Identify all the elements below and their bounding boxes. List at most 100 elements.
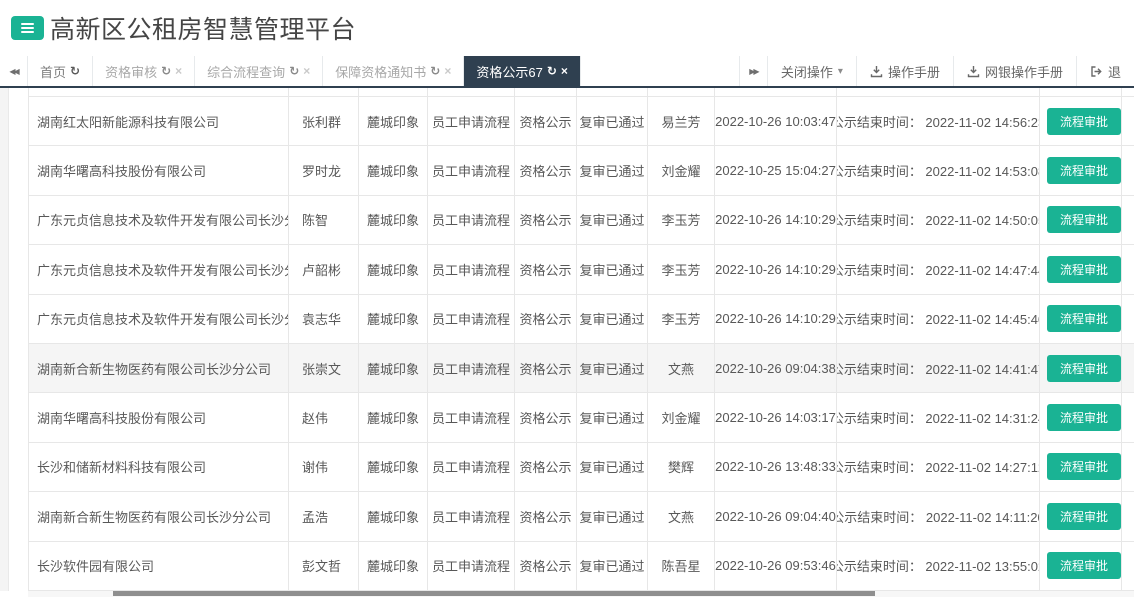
project-cell: 麓城印象 [359,97,428,145]
status-cell: 复审已通过 [577,196,648,244]
process-approval-button[interactable]: 流程审批 [1047,206,1121,233]
applicant-cell: 谢伟 [289,443,359,491]
tab-label: 资格公示67 [476,62,542,81]
ghost-cell [1122,443,1134,491]
action-cell: 流程审批 [1040,344,1122,392]
menu-toggle-button[interactable] [11,16,44,40]
tab-3[interactable]: 综合流程查询↻× [195,56,323,86]
process-approval-button[interactable]: 流程审批 [1047,404,1121,431]
process-cell: 员工申请流程 [428,97,515,145]
tab-5[interactable]: 资格公示67 ↻ × [464,56,581,86]
ghost-cell [1122,393,1134,441]
process-approval-button[interactable]: 流程审批 [1047,453,1121,480]
applicant-cell: 张利群 [289,97,359,145]
reviewer-cell: 刘金耀 [648,146,715,194]
action-cell: 流程审批 [1040,146,1122,194]
status-cell: 复审已通过 [577,492,648,540]
tab-2[interactable]: 资格审核 ↻ × [93,56,195,86]
action-cell: 流程审批 [1040,196,1122,244]
reviewer-cell: 文燕 [648,492,715,540]
project-cell: 麓城印象 [359,245,428,293]
reviewer-cell: 文燕 [648,344,715,392]
apply-time-cell: 2022-10-25 15:04:27 [715,146,837,194]
table-row: 湖南华曙高科技股份有限公司赵伟麓城印象员工申请流程资格公示复审已通过刘金耀202… [28,393,1134,442]
process-approval-button[interactable]: 流程审批 [1047,552,1121,579]
action-cell: 流程审批 [1040,393,1122,441]
project-cell: 麓城印象 [359,344,428,392]
close-tab-icon[interactable]: × [561,64,568,78]
status-cell: 复审已通过 [577,245,648,293]
process-approval-button[interactable]: 流程审批 [1047,503,1121,530]
hamburger-icon [21,23,34,25]
company-cell: 湖南新合新生物医药有限公司长沙分公司 [28,492,289,540]
apply-time-cell: 2022-10-26 14:03:17 [715,393,837,441]
refresh-icon[interactable]: ↻ [547,64,557,78]
company-cell: 长沙和储新材料科技有限公司 [28,443,289,491]
status-cell [577,88,648,96]
apply-time-cell: 2022-10-26 10:03:47 [715,97,837,145]
status-cell: 复审已通过 [577,443,648,491]
process-cell: 员工申请流程 [428,492,515,540]
ghost-cell [1122,97,1134,145]
refresh-icon[interactable]: ↻ [289,64,299,78]
ebank-manual-button[interactable]: 网银操作手册 [953,56,1076,86]
process-approval-button[interactable]: 流程审批 [1047,108,1121,135]
status-cell: 复审已通过 [577,295,648,343]
reviewer-cell: 李玉芳 [648,295,715,343]
refresh-icon[interactable]: ↻ [161,64,171,78]
tab-label: 资格审核 [105,62,157,81]
end-time-cell: 公示结束时间： 2022-11-02 14:31:24 [837,393,1040,441]
project-cell: 麓城印象 [359,492,428,540]
company-cell: 湖南红太阳新能源科技有限公司 [28,97,289,145]
company-cell [28,88,289,96]
end-time-cell: 公示结束时间： 2022-11-02 14:47:44 [837,245,1040,293]
process-approval-button[interactable]: 流程审批 [1047,305,1121,332]
horizontal-scrollbar-thumb[interactable] [113,591,875,596]
stage-cell: 资格公示 [515,443,577,491]
applicant-cell: 罗时龙 [289,146,359,194]
tab-1[interactable]: 首页↻ [28,56,93,86]
refresh-icon[interactable]: ↻ [70,64,80,78]
status-cell: 复审已通过 [577,344,648,392]
ghost-cell [1122,146,1134,194]
status-cell: 复审已通过 [577,97,648,145]
action-cell: 流程审批 [1040,443,1122,491]
double-chevron-left-icon: ◀◀ [9,67,17,76]
tab-4[interactable]: 保障资格通知书↻× [323,56,464,86]
scroll-tabs-right-button[interactable]: ▶▶ [739,56,767,86]
applicant-cell: 张崇文 [289,344,359,392]
logout-button[interactable]: 退 [1076,56,1134,86]
project-cell: 麓城印象 [359,196,428,244]
apply-time-cell [715,88,837,96]
ghost-cell [1122,492,1134,540]
project-cell: 麓城印象 [359,295,428,343]
stage-cell: 资格公示 [515,245,577,293]
end-time-cell: 公示结束时间： 2022-11-02 13:55:02 [837,542,1040,590]
end-time-cell: 公示结束时间： 2022-11-02 14:41:47 [837,344,1040,392]
end-time-cell: 公示结束时间： 2022-11-02 14:11:20 [837,492,1040,540]
status-cell: 复审已通过 [577,146,648,194]
process-approval-button[interactable]: 流程审批 [1047,256,1121,283]
process-approval-button[interactable]: 流程审批 [1047,157,1121,184]
project-cell: 麓城印象 [359,443,428,491]
caret-down-icon: ▾ [838,66,843,77]
close-tab-icon[interactable]: × [444,64,451,78]
process-approval-button[interactable]: 流程审批 [1047,355,1121,382]
scroll-tabs-left-button[interactable]: ◀◀ [0,56,28,86]
sign-out-icon [1090,65,1103,78]
close-operations-menu[interactable]: 关闭操作 ▾ [767,56,856,86]
ghost-cell [1122,245,1134,293]
download-icon [967,65,980,78]
process-cell: 员工申请流程 [428,344,515,392]
applicant-cell: 彭文哲 [289,542,359,590]
apply-time-cell: 2022-10-26 09:04:38 [715,344,837,392]
operation-manual-button[interactable]: 操作手册 [856,56,953,86]
stage-cell: 资格公示 [515,295,577,343]
refresh-icon[interactable]: ↻ [430,64,440,78]
company-cell: 湖南华曙高科技股份有限公司 [28,146,289,194]
end-time-cell: 公示结束时间： 2022-11-02 14:50:05 [837,196,1040,244]
project-cell [359,88,428,96]
apply-time-cell: 2022-10-26 13:48:33 [715,443,837,491]
close-tab-icon[interactable]: × [303,64,310,78]
close-tab-icon[interactable]: × [175,64,182,78]
